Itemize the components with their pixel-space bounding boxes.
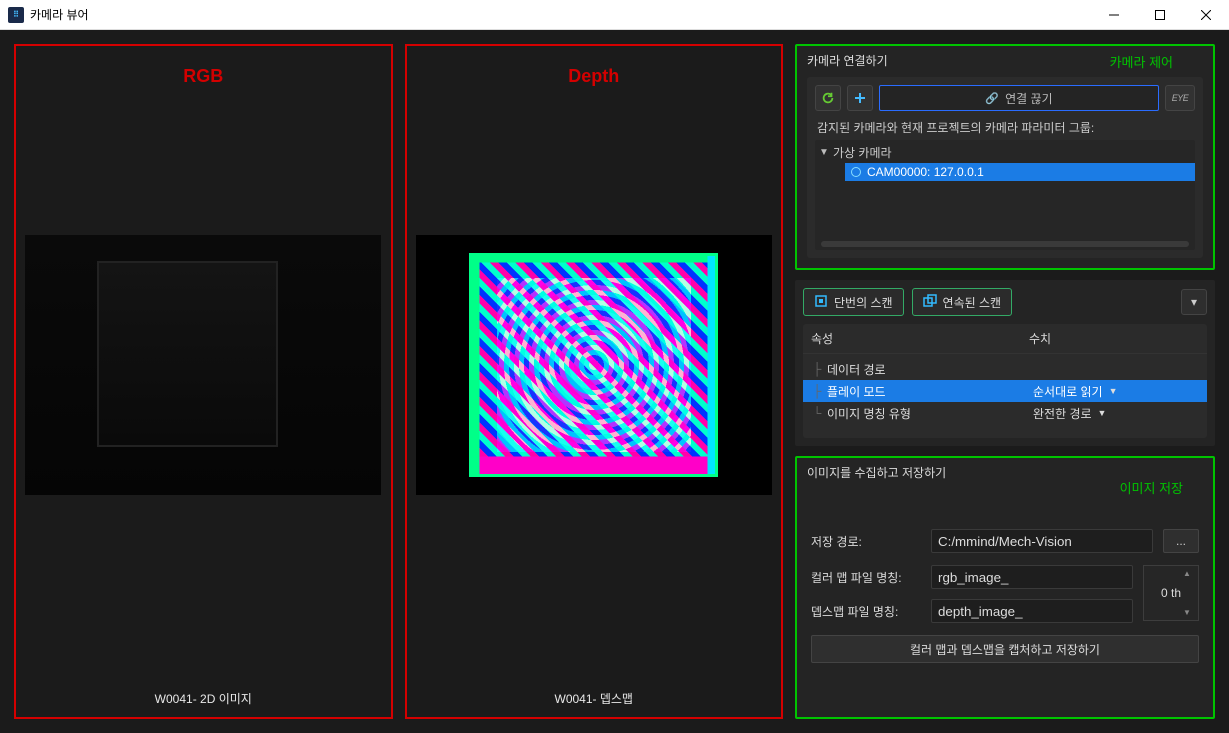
prop-value: 순서대로 읽기 [1033, 383, 1103, 400]
save-annotation: 이미지 저장 [1120, 478, 1183, 497]
prop-value-dropdown[interactable]: 완전한 경로 ▼ [1033, 405, 1203, 422]
continuous-scan-icon [923, 294, 937, 311]
single-scan-icon [814, 294, 828, 311]
prop-row-data-path[interactable]: ├ 데이터 경로 [803, 358, 1207, 380]
rgb-view-label: RGB [16, 66, 391, 87]
scan-options-dropdown[interactable]: ▾ [1181, 289, 1207, 315]
prop-value: 완전한 경로 [1033, 405, 1092, 422]
eye-button[interactable]: EYE [1165, 85, 1195, 111]
depth-view-label: Depth [407, 66, 782, 87]
capture-save-button[interactable]: 컬러 맵과 뎁스맵을 캡처하고 저장하기 [811, 635, 1199, 663]
depth-image-area[interactable] [407, 46, 782, 684]
color-filename-input[interactable] [931, 565, 1133, 589]
connect-annotation: 카메라 제어 [1110, 52, 1173, 71]
disconnect-button[interactable]: 🔗 연결 끊기 [879, 85, 1159, 111]
camera-tree[interactable]: ▼ 가상 카메라 CAM00000: 127.0.0.1 [815, 140, 1195, 250]
window-title: 카메라 뷰어 [30, 6, 1091, 23]
prop-name: 플레이 모드 [827, 383, 1033, 400]
prop-name: 이미지 명칭 유형 [827, 405, 1033, 422]
depth-filename-label: 뎁스맵 파일 명칭: [811, 603, 921, 620]
rgb-image-area[interactable] [16, 46, 391, 684]
detected-text: 감지된 카메라와 현재 프로젝트의 카메라 파라미터 그룹: [817, 119, 1193, 136]
index-value: 0 th [1161, 586, 1181, 600]
caret-down-icon: ▼ [819, 147, 829, 158]
app-icon: ⠿ [8, 7, 24, 23]
depth-view-panel: Depth W0041- 뎁스맵 [405, 44, 784, 719]
titlebar: ⠿ 카메라 뷰어 [0, 0, 1229, 30]
single-scan-button[interactable]: 단번의 스캔 [803, 288, 904, 316]
prop-name: 데이터 경로 [827, 361, 1033, 378]
scan-panel: 단번의 스캔 연속된 스캔 ▾ 속성 수치 ├ [795, 280, 1215, 446]
tree-camera-label: CAM00000: 127.0.0.1 [867, 165, 984, 179]
stepper-up-icon[interactable]: ▲ [1183, 569, 1195, 578]
close-button[interactable] [1183, 0, 1229, 30]
disconnect-label: 연결 끊기 [1005, 90, 1053, 107]
prop-row-play-mode[interactable]: ├ 플레이 모드 순서대로 읽기 ▼ [803, 380, 1207, 402]
add-button[interactable] [847, 85, 873, 111]
dropdown-icon: ▼ [1098, 408, 1107, 418]
maximize-button[interactable] [1137, 0, 1183, 30]
connect-box: 🔗 연결 끊기 EYE 감지된 카메라와 현재 프로젝트의 카메라 파라미터 그… [807, 77, 1203, 258]
link-broken-icon: 🔗 [985, 92, 999, 105]
prop-row-image-name-type[interactable]: └ 이미지 명칭 유형 완전한 경로 ▼ [803, 402, 1207, 424]
tree-scrollbar[interactable] [821, 241, 1189, 247]
save-path-input[interactable] [931, 529, 1153, 553]
tree-camera-item[interactable]: CAM00000: 127.0.0.1 [845, 163, 1195, 181]
depth-caption: W0041- 뎁스맵 [407, 684, 782, 717]
rgb-view-panel: RGB W0041- 2D 이미지 [14, 44, 393, 719]
stepper-down-icon[interactable]: ▼ [1183, 608, 1195, 617]
camera-status-icon [851, 167, 861, 177]
browse-button[interactable]: ... [1163, 529, 1199, 553]
tree-group-label: 가상 카메라 [833, 144, 892, 161]
prop-col-attr: 속성 [811, 330, 1029, 347]
camera-connect-panel: 카메라 연결하기 카메라 제어 🔗 연결 끊기 EYE 감지된 카메 [795, 44, 1215, 270]
continuous-scan-button[interactable]: 연속된 스캔 [912, 288, 1013, 316]
right-column: 카메라 연결하기 카메라 제어 🔗 연결 끊기 EYE 감지된 카메 [795, 44, 1215, 719]
property-header: 속성 수치 [803, 324, 1207, 354]
dropdown-icon: ▼ [1109, 386, 1118, 396]
save-path-label: 저장 경로: [811, 533, 921, 550]
tree-group-row[interactable]: ▼ 가상 카메라 [815, 142, 1195, 163]
image-save-panel: 이미지를 수집하고 저장하기 이미지 저장 저장 경로: ... 컬러 맵 파일… [795, 456, 1215, 719]
viewers-area: RGB W0041- 2D 이미지 Depth W0041- 뎁스맵 [14, 44, 783, 719]
prop-value-dropdown[interactable]: 순서대로 읽기 ▼ [1033, 383, 1203, 400]
depth-filename-input[interactable] [931, 599, 1133, 623]
refresh-button[interactable] [815, 85, 841, 111]
minimize-button[interactable] [1091, 0, 1137, 30]
app-body: RGB W0041- 2D 이미지 Depth W0041- 뎁스맵 카메라 연… [0, 30, 1229, 733]
property-table: 속성 수치 ├ 데이터 경로 ├ 플레이 모드 순서대로 읽기 ▼ [803, 324, 1207, 438]
prop-col-val: 수치 [1029, 330, 1199, 347]
single-scan-label: 단번의 스캔 [834, 294, 893, 311]
index-stepper[interactable]: 0 th ▲ ▼ [1143, 565, 1199, 621]
continuous-scan-label: 연속된 스캔 [943, 294, 1002, 311]
rgb-caption: W0041- 2D 이미지 [16, 684, 391, 717]
color-filename-label: 컬러 맵 파일 명칭: [811, 569, 921, 586]
